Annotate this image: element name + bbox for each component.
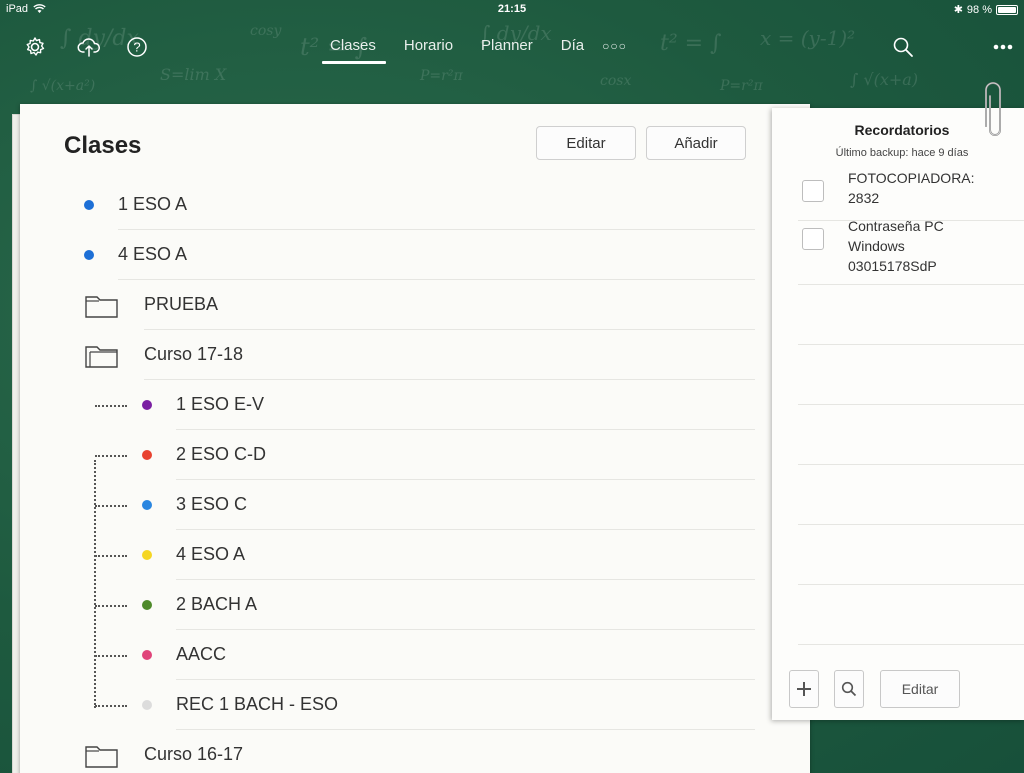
reminders-edit-button[interactable]: Editar xyxy=(880,670,960,708)
class-color-dot xyxy=(142,600,152,610)
class-row[interactable]: 1 ESO E-V xyxy=(20,380,755,430)
tab-clases[interactable]: Clases xyxy=(322,37,386,64)
class-row[interactable]: AACC xyxy=(20,630,755,680)
class-row[interactable]: 4 ESO A xyxy=(20,530,755,580)
class-color-dot xyxy=(142,700,152,710)
more-tabs-button[interactable]: ○○○ xyxy=(602,39,627,53)
status-bar: iPad 21:15 ✱ 98 % xyxy=(0,0,1024,20)
class-color-dot xyxy=(142,400,152,410)
svg-text:?: ? xyxy=(133,40,140,55)
folder-icon xyxy=(84,743,120,773)
tree-branch xyxy=(95,505,127,507)
class-label: 2 BACH A xyxy=(176,594,258,614)
battery-icon xyxy=(996,4,1018,15)
battery-percent: 98 % xyxy=(966,3,992,16)
reminder-text[interactable]: FOTOCOPIADORA: 2832 xyxy=(848,168,975,208)
class-color-dot xyxy=(142,650,152,660)
class-label: 4 ESO A xyxy=(176,544,246,564)
main-tabs: Clases Horario Planner Día ○○○ xyxy=(322,37,627,64)
class-color-dot xyxy=(142,500,152,510)
reminder-line xyxy=(798,464,1024,465)
class-row[interactable]: 2 BACH A xyxy=(20,580,755,630)
cloud-upload-icon[interactable] xyxy=(76,34,102,60)
reminder-line xyxy=(798,644,1024,645)
class-color-dot xyxy=(84,200,94,210)
class-label: 4 ESO A xyxy=(118,244,188,264)
class-label: 2 ESO C-D xyxy=(176,444,267,464)
search-icon[interactable] xyxy=(890,34,916,60)
reminder-text[interactable]: Contraseña PC Windows 03015178SdP xyxy=(848,216,944,276)
top-navigation: ? Clases Horario Planner Día ○○○ xyxy=(0,20,1024,70)
folder-label: PRUEBA xyxy=(144,294,219,314)
battery-level xyxy=(998,6,1016,13)
class-row[interactable]: 1 ESO A xyxy=(20,180,755,230)
backup-status: Último backup: hace 9 días xyxy=(835,147,969,159)
class-color-dot xyxy=(84,250,94,260)
more-icon[interactable] xyxy=(990,34,1016,60)
tree-branch xyxy=(95,655,127,657)
folder-row[interactable]: PRUEBA xyxy=(20,280,755,330)
reminders-panel: Recordatorios Último backup: hace 9 días… xyxy=(772,108,1024,720)
class-label: 1 ESO E-V xyxy=(176,394,265,414)
plus-icon[interactable] xyxy=(789,670,819,708)
status-right: ✱ 98 % xyxy=(954,3,1018,16)
tree-branch xyxy=(95,405,127,407)
tab-dia[interactable]: Día xyxy=(561,37,584,64)
class-color-dot xyxy=(142,450,152,460)
class-label: 1 ESO A xyxy=(118,194,188,214)
tree-branch xyxy=(95,705,127,707)
reminder-line xyxy=(798,584,1024,585)
folder-label: Curso 16-17 xyxy=(144,744,244,764)
reminder-line xyxy=(798,344,1024,345)
reminder-line xyxy=(798,284,1024,285)
class-row[interactable]: 2 ESO C-D xyxy=(20,430,755,480)
class-row[interactable]: 4 ESO A xyxy=(20,230,755,280)
edit-button[interactable]: Editar xyxy=(536,126,636,160)
reminder-line xyxy=(798,524,1024,525)
classes-sheet: Clases Editar Añadir 1 ESO A 4 ESO A PRUEB… xyxy=(20,104,810,773)
status-time: 21:15 xyxy=(497,3,527,15)
add-button[interactable]: Añadir xyxy=(646,126,746,160)
tree-branch xyxy=(95,455,127,457)
gear-icon[interactable] xyxy=(22,34,48,60)
reminder-line xyxy=(798,404,1024,405)
folder-icon xyxy=(84,293,120,324)
paperclip-decoration xyxy=(985,82,1001,136)
page-title: Clases xyxy=(64,132,142,159)
class-row[interactable]: REC 1 BACH - ESO xyxy=(20,680,755,730)
class-label: REC 1 BACH - ESO xyxy=(176,694,339,714)
folder-label: Curso 17-18 xyxy=(144,344,244,364)
class-label: AACC xyxy=(176,644,227,664)
question-icon[interactable]: ? xyxy=(124,34,150,60)
tree-branch xyxy=(95,555,127,557)
tree-branch xyxy=(95,605,127,607)
bluetooth-icon: ✱ xyxy=(953,4,963,16)
reminder-checkbox[interactable] xyxy=(802,228,824,250)
folder-open-icon xyxy=(84,343,120,374)
tab-horario[interactable]: Horario xyxy=(404,37,453,64)
reminder-checkbox[interactable] xyxy=(802,180,824,202)
tab-planner[interactable]: Planner xyxy=(481,37,533,64)
reminder-search-icon[interactable] xyxy=(834,670,864,708)
folder-row[interactable]: Curso 16-17 xyxy=(20,730,755,773)
class-label: 3 ESO C xyxy=(176,494,248,514)
class-row[interactable]: 3 ESO C xyxy=(20,480,755,530)
folder-row[interactable]: Curso 17-18 xyxy=(20,330,755,380)
class-color-dot xyxy=(142,550,152,560)
